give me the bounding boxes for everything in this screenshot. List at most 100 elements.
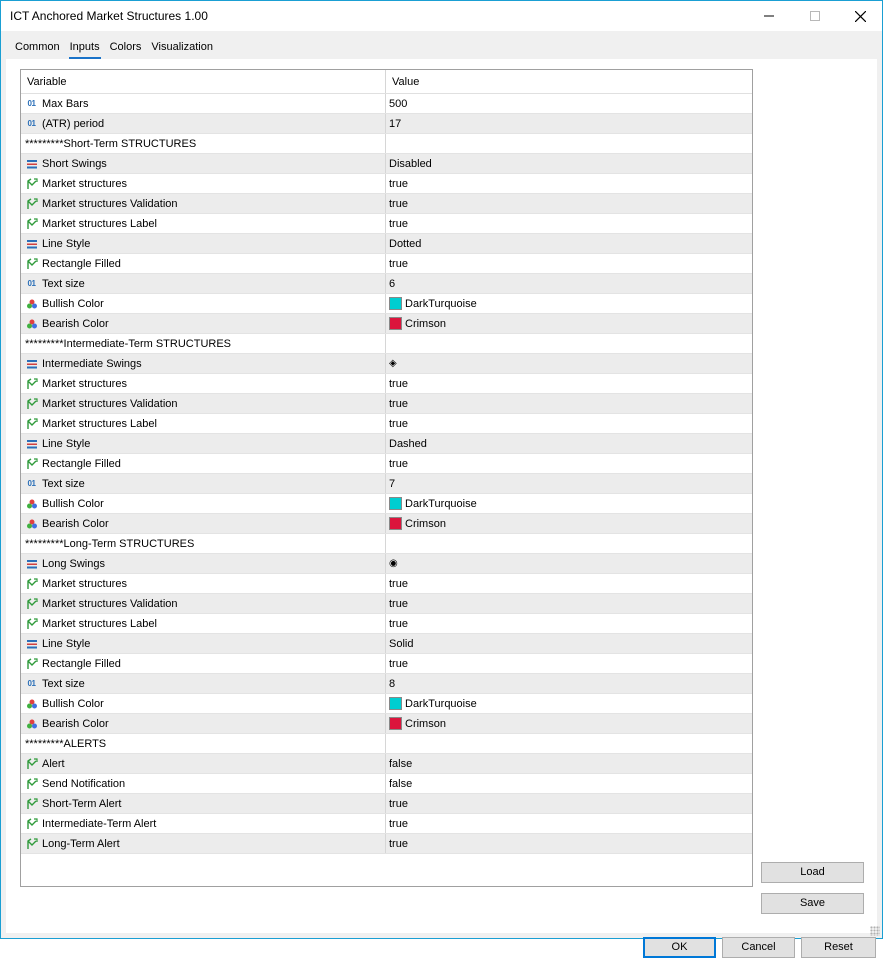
variable-cell[interactable]: Line Style: [21, 234, 386, 253]
table-row[interactable]: Bearish Color Crimson: [21, 514, 752, 534]
table-row[interactable]: 01 (ATR) period 17: [21, 114, 752, 134]
value-cell[interactable]: true: [386, 614, 752, 633]
variable-cell[interactable]: Intermediate-Term Alert: [21, 814, 386, 833]
table-row[interactable]: 01 Max Bars 500: [21, 94, 752, 114]
value-cell[interactable]: true: [386, 814, 752, 833]
value-cell[interactable]: true: [386, 574, 752, 593]
variable-cell[interactable]: Market structures Validation: [21, 594, 386, 613]
table-row[interactable]: 01 Text size 7: [21, 474, 752, 494]
table-row[interactable]: 01 Text size 6: [21, 274, 752, 294]
value-cell[interactable]: Crimson: [386, 314, 752, 333]
value-cell[interactable]: true: [386, 454, 752, 473]
variable-cell[interactable]: Line Style: [21, 434, 386, 453]
value-cell[interactable]: Disabled: [386, 154, 752, 173]
column-header-value[interactable]: Value: [386, 70, 752, 93]
table-row[interactable]: Long-Term Alert true: [21, 834, 752, 854]
value-cell[interactable]: ◉: [386, 554, 752, 573]
variable-cell[interactable]: Bullish Color: [21, 294, 386, 313]
variable-cell[interactable]: 01 Text size: [21, 274, 386, 293]
variable-cell[interactable]: Rectangle Filled: [21, 454, 386, 473]
tab-colors[interactable]: Colors: [105, 39, 147, 59]
variable-cell[interactable]: 01 Max Bars: [21, 94, 386, 113]
value-cell[interactable]: DarkTurquoise: [386, 294, 752, 313]
variable-cell[interactable]: Long Swings: [21, 554, 386, 573]
table-row[interactable]: Line Style Dashed: [21, 434, 752, 454]
value-cell[interactable]: 7: [386, 474, 752, 493]
resize-grip-icon[interactable]: [870, 926, 880, 936]
value-cell[interactable]: false: [386, 754, 752, 773]
value-cell[interactable]: true: [386, 214, 752, 233]
table-row[interactable]: Market structures true: [21, 374, 752, 394]
variable-cell[interactable]: Market structures Label: [21, 614, 386, 633]
variable-cell[interactable]: Short Swings: [21, 154, 386, 173]
variable-cell[interactable]: Bullish Color: [21, 694, 386, 713]
value-cell[interactable]: DarkTurquoise: [386, 694, 752, 713]
variable-cell[interactable]: *********Long-Term STRUCTURES: [21, 534, 386, 553]
table-row[interactable]: Bullish Color DarkTurquoise: [21, 294, 752, 314]
variable-cell[interactable]: *********Short-Term STRUCTURES: [21, 134, 386, 153]
value-cell[interactable]: true: [386, 194, 752, 213]
tab-common[interactable]: Common: [10, 39, 65, 59]
value-cell[interactable]: true: [386, 374, 752, 393]
table-row[interactable]: Short Swings Disabled: [21, 154, 752, 174]
column-header-variable[interactable]: Variable: [21, 70, 386, 93]
table-row[interactable]: 01 Text size 8: [21, 674, 752, 694]
variable-cell[interactable]: Market structures Label: [21, 414, 386, 433]
tab-visualization[interactable]: Visualization: [146, 39, 218, 59]
variable-cell[interactable]: Market structures Validation: [21, 394, 386, 413]
value-cell[interactable]: Dotted: [386, 234, 752, 253]
table-row[interactable]: Rectangle Filled true: [21, 654, 752, 674]
value-cell[interactable]: [386, 534, 752, 553]
table-row[interactable]: Market structures Validation true: [21, 394, 752, 414]
variable-cell[interactable]: Rectangle Filled: [21, 254, 386, 273]
variable-cell[interactable]: 01 Text size: [21, 674, 386, 693]
variable-cell[interactable]: Market structures: [21, 174, 386, 193]
table-row[interactable]: *********Intermediate-Term STRUCTURES: [21, 334, 752, 354]
value-cell[interactable]: 8: [386, 674, 752, 693]
value-cell[interactable]: 6: [386, 274, 752, 293]
variable-cell[interactable]: Line Style: [21, 634, 386, 653]
variable-cell[interactable]: Short-Term Alert: [21, 794, 386, 813]
variable-cell[interactable]: Market structures: [21, 374, 386, 393]
value-cell[interactable]: 500: [386, 94, 752, 113]
variable-cell[interactable]: 01 Text size: [21, 474, 386, 493]
cancel-button[interactable]: Cancel: [722, 937, 795, 958]
table-row[interactable]: Market structures Label true: [21, 614, 752, 634]
table-row[interactable]: Market structures true: [21, 174, 752, 194]
variable-cell[interactable]: Bearish Color: [21, 514, 386, 533]
value-cell[interactable]: true: [386, 174, 752, 193]
variable-cell[interactable]: Market structures Validation: [21, 194, 386, 213]
variable-cell[interactable]: Bullish Color: [21, 494, 386, 513]
variable-cell[interactable]: 01 (ATR) period: [21, 114, 386, 133]
value-cell[interactable]: Crimson: [386, 714, 752, 733]
variable-cell[interactable]: *********ALERTS: [21, 734, 386, 753]
variable-cell[interactable]: Market structures Label: [21, 214, 386, 233]
variable-cell[interactable]: Bearish Color: [21, 714, 386, 733]
table-row[interactable]: Bullish Color DarkTurquoise: [21, 494, 752, 514]
ok-button[interactable]: OK: [643, 937, 716, 958]
variable-cell[interactable]: Rectangle Filled: [21, 654, 386, 673]
variable-cell[interactable]: Alert: [21, 754, 386, 773]
table-row[interactable]: *********Long-Term STRUCTURES: [21, 534, 752, 554]
value-cell[interactable]: [386, 134, 752, 153]
value-cell[interactable]: [386, 334, 752, 353]
table-row[interactable]: Line Style Solid: [21, 634, 752, 654]
table-row[interactable]: Market structures Label true: [21, 414, 752, 434]
value-cell[interactable]: true: [386, 654, 752, 673]
value-cell[interactable]: Dashed: [386, 434, 752, 453]
value-cell[interactable]: false: [386, 774, 752, 793]
value-cell[interactable]: DarkTurquoise: [386, 494, 752, 513]
value-cell[interactable]: ◈: [386, 354, 752, 373]
variable-cell[interactable]: Intermediate Swings: [21, 354, 386, 373]
reset-button[interactable]: Reset: [801, 937, 876, 958]
table-row[interactable]: Market structures Label true: [21, 214, 752, 234]
table-row[interactable]: *********Short-Term STRUCTURES: [21, 134, 752, 154]
save-button[interactable]: Save: [761, 893, 864, 914]
value-cell[interactable]: [386, 734, 752, 753]
table-row[interactable]: Line Style Dotted: [21, 234, 752, 254]
table-row[interactable]: Rectangle Filled true: [21, 454, 752, 474]
value-cell[interactable]: true: [386, 794, 752, 813]
table-row[interactable]: Intermediate-Term Alert true: [21, 814, 752, 834]
table-row[interactable]: Market structures Validation true: [21, 594, 752, 614]
value-cell[interactable]: true: [386, 254, 752, 273]
